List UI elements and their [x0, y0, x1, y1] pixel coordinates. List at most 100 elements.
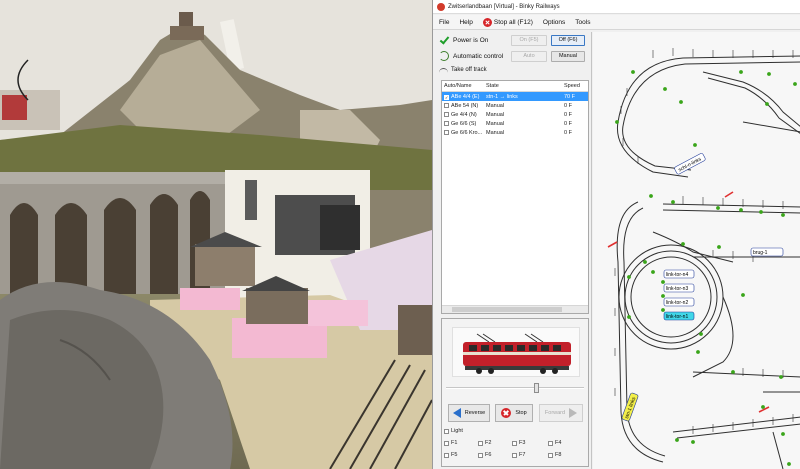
- function-checkbox-f5[interactable]: F5: [444, 452, 457, 458]
- forward-arrow-icon: [569, 408, 578, 418]
- menu-file[interactable]: File: [439, 19, 449, 26]
- horizontal-scrollbar[interactable]: [442, 305, 588, 313]
- sensor-dot: [643, 260, 647, 264]
- take-off-track-icon: [439, 67, 448, 73]
- reverse-button[interactable]: Reverse: [448, 404, 490, 422]
- block-label-n2[interactable]: link-tor-n2: [663, 297, 695, 307]
- loco-name: Ge 6/6 Kro...: [451, 129, 483, 136]
- block-label-n3-text: link-tor-n3: [666, 286, 688, 292]
- sensor-dot: [693, 143, 697, 147]
- window-title: Zwitserlandbaan [Virtual] - Binky Railwa…: [448, 3, 560, 10]
- sensor-dot: [765, 102, 769, 106]
- function-check-box[interactable]: [512, 440, 517, 446]
- power-on-button[interactable]: On (F5): [511, 34, 547, 46]
- block-label-brug[interactable]: brug-1: [750, 247, 784, 257]
- manual-button[interactable]: Manual: [551, 50, 585, 62]
- take-off-track-button[interactable]: Take off track: [439, 67, 487, 73]
- loco-auto-checkbox[interactable]: [444, 102, 449, 108]
- column-header-speed[interactable]: Speed: [564, 83, 588, 89]
- stop-icon: [482, 17, 492, 27]
- forward-button[interactable]: Forward: [539, 404, 583, 422]
- light-check-box[interactable]: [444, 428, 449, 434]
- loco-row[interactable]: Ge 4/4 (N) Manual 0 F: [442, 110, 588, 119]
- power-off-button[interactable]: Off (F6): [551, 34, 585, 46]
- block-label-schl[interactable]: schl-n-links: [674, 153, 706, 175]
- block-label-n4[interactable]: link-tor-n4: [663, 269, 695, 279]
- block-label-stn[interactable]: stn-1 links: [621, 392, 639, 422]
- loco-row[interactable]: Ge 6/6 (S) Manual 0 F: [442, 119, 588, 128]
- loco-row[interactable]: ABe 54 (N) Manual 0 F: [442, 101, 588, 110]
- sensor-dot: [696, 350, 700, 354]
- function-checkbox-f8[interactable]: F8: [548, 452, 561, 458]
- sensor-dot: [663, 87, 667, 91]
- function-label: F7: [519, 452, 526, 458]
- speed-slider[interactable]: [446, 383, 584, 393]
- sensor-dot: [627, 315, 631, 319]
- track-plan: schl-n-links brug-1 link-tor-n4 link-tor…: [607, 48, 800, 469]
- stop-button[interactable]: Stop: [495, 404, 533, 422]
- scrollbar-thumb[interactable]: [452, 307, 562, 312]
- column-header-name[interactable]: Auto/Name: [442, 83, 486, 89]
- sensor-dot: [761, 405, 765, 409]
- menu-options[interactable]: Options: [543, 19, 565, 26]
- auto-button[interactable]: Auto: [511, 50, 547, 62]
- block-label-brug-text: brug-1: [753, 250, 768, 256]
- loco-name: ABe 4/4 (E): [451, 93, 480, 100]
- function-checkbox-f4[interactable]: F4: [548, 440, 561, 446]
- loco-speed-cell: 0 F: [564, 120, 572, 127]
- panel-divider[interactable]: [591, 32, 592, 469]
- stop-icon: [501, 408, 512, 418]
- loco-row[interactable]: Ge 6/6 Kro... Manual 0 F: [442, 128, 588, 137]
- loco-speed-cell: 0 F: [564, 111, 572, 118]
- block-label-n3[interactable]: link-tor-n3: [663, 283, 695, 293]
- function-checkbox-f7[interactable]: F7: [512, 452, 525, 458]
- function-check-box[interactable]: [548, 440, 553, 446]
- loco-row[interactable]: ✓ ABe 4/4 (E) stn-1 → links 70 F: [442, 92, 588, 101]
- function-checkbox-f6[interactable]: F6: [478, 452, 491, 458]
- function-check-box[interactable]: [478, 452, 483, 458]
- title-bar: Zwitserlandbaan [Virtual] - Binky Railwa…: [433, 0, 800, 14]
- function-check-box[interactable]: [512, 452, 517, 458]
- block-label-n1-text: link-tor-n1: [666, 314, 688, 320]
- function-checkbox-f3[interactable]: F3: [512, 440, 525, 446]
- function-check-box[interactable]: [444, 452, 449, 458]
- function-check-box[interactable]: [444, 440, 449, 446]
- list-header: Auto/Name State Speed: [442, 81, 588, 92]
- loco-name: Ge 4/4 (N): [451, 111, 477, 118]
- loco-state-cell: Manual: [486, 102, 505, 109]
- loco-auto-checkbox[interactable]: [444, 120, 449, 126]
- reverse-arrow-icon: [452, 408, 461, 418]
- checkmark-icon: [439, 35, 449, 45]
- loco-control-panel: Reverse Stop Forward Light F1 F2 F3 F4 F5 F6 F…: [441, 318, 589, 467]
- block-label-n1[interactable]: link-tor-n1: [663, 311, 695, 321]
- menu-help[interactable]: Help: [459, 19, 472, 26]
- sensor-dot: [731, 370, 735, 374]
- function-check-box[interactable]: [478, 440, 483, 446]
- speed-slider-thumb[interactable]: [534, 383, 539, 393]
- function-check-box[interactable]: [548, 452, 553, 458]
- function-label: F3: [519, 440, 526, 446]
- sensor-dot: [739, 70, 743, 74]
- loco-auto-checkbox[interactable]: [444, 111, 449, 117]
- sensor-dot: [631, 70, 635, 74]
- function-label: F2: [485, 440, 492, 446]
- auto-row: Automatic control Auto Manual: [439, 48, 589, 64]
- speed-slider-rail: [446, 387, 584, 389]
- column-header-state[interactable]: State: [486, 83, 564, 89]
- menu-tools[interactable]: Tools: [575, 19, 590, 26]
- light-checkbox[interactable]: Light: [444, 428, 463, 434]
- sensor-dot: [627, 275, 631, 279]
- loco-auto-checkbox[interactable]: ✓: [444, 94, 449, 100]
- take-off-track-label: Take off track: [451, 67, 487, 73]
- track-layout-diagram: schl-n-links brug-1 link-tor-n4 link-tor…: [593, 32, 800, 469]
- loco-auto-checkbox[interactable]: [444, 129, 449, 135]
- forward-label: Forward: [544, 410, 566, 416]
- sensor-dot: [649, 194, 653, 198]
- loco-rows: ✓ ABe 4/4 (E) stn-1 → links 70 F ABe 54 (N) M…: [442, 92, 588, 137]
- light-label: Light: [451, 428, 463, 434]
- function-checkbox-f2[interactable]: F2: [478, 440, 491, 446]
- stop-all-button[interactable]: Stop all (F12): [482, 17, 533, 27]
- power-row: Power is On On (F5) Off (F6): [439, 32, 589, 48]
- function-checkbox-f1[interactable]: F1: [444, 440, 457, 446]
- sensor-dot: [779, 375, 783, 379]
